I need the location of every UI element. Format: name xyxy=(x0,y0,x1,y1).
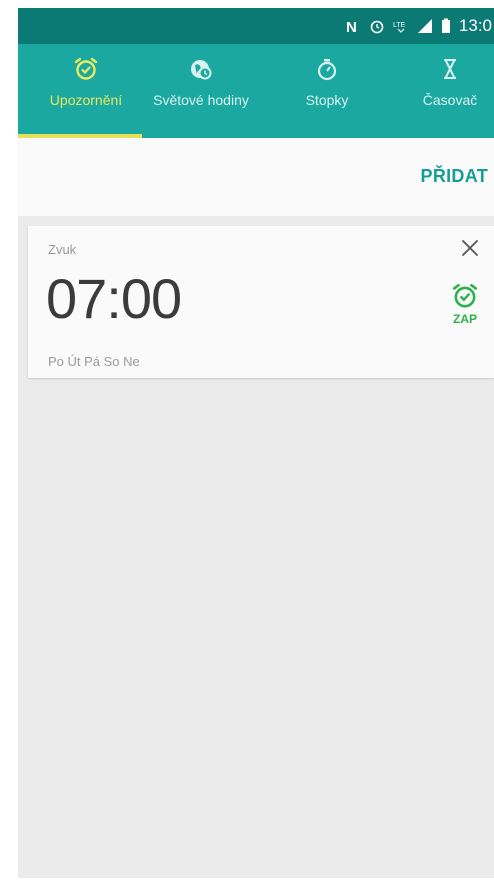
alarm-clock-icon xyxy=(73,56,99,82)
hourglass-icon xyxy=(437,56,463,82)
alarm-toggle[interactable]: ZAP xyxy=(448,282,482,326)
stopwatch-icon xyxy=(314,56,340,82)
delete-alarm-button[interactable] xyxy=(458,236,482,260)
alarm-time: 07:00 xyxy=(46,267,182,330)
status-bar: N LTE 13:0 xyxy=(18,8,494,44)
nfc-icon: N xyxy=(345,18,361,34)
svg-text:N: N xyxy=(346,19,357,34)
close-icon xyxy=(462,240,478,256)
alarm-name: Zvuk xyxy=(48,242,77,257)
tab-bar: Upozornění Světové hodiny Stopky Časovač xyxy=(18,44,494,138)
alarm-on-icon xyxy=(452,283,478,308)
alarm-screen: N LTE 13:0 Upozornění Světové hodiny Sto… xyxy=(18,8,494,878)
tab-stopwatch-label: Stopky xyxy=(305,92,349,108)
tab-timer-label: Časovač xyxy=(422,92,478,108)
clock-time: 13:0 xyxy=(458,16,492,35)
status-icons: N LTE 13:0 xyxy=(345,8,494,44)
signal-icon xyxy=(417,18,433,34)
tab-alarm-label: Upozornění xyxy=(49,92,123,108)
alarm-card[interactable]: Zvuk 07:00 Po Út Pá So Ne ZAP xyxy=(28,226,494,378)
add-alarm-button[interactable]: PŘIDAT xyxy=(421,166,488,187)
tab-stopwatch[interactable]: Stopky xyxy=(292,44,362,138)
tab-alarm[interactable]: Upozornění xyxy=(30,44,142,138)
alarm-icon xyxy=(369,18,385,34)
action-bar: PŘIDAT xyxy=(18,138,494,216)
battery-icon xyxy=(441,18,451,34)
alarm-toggle-label: ZAP xyxy=(453,312,477,326)
alarm-days: Po Út Pá So Ne xyxy=(48,354,140,369)
tab-world-clock-label: Světové hodiny xyxy=(153,92,249,108)
svg-text:LTE: LTE xyxy=(393,22,406,29)
tab-world-clock[interactable]: Světové hodiny xyxy=(142,44,260,138)
world-clock-icon xyxy=(188,56,214,82)
tab-timer[interactable]: Časovač xyxy=(413,44,487,138)
lte-icon: LTE xyxy=(393,18,409,34)
